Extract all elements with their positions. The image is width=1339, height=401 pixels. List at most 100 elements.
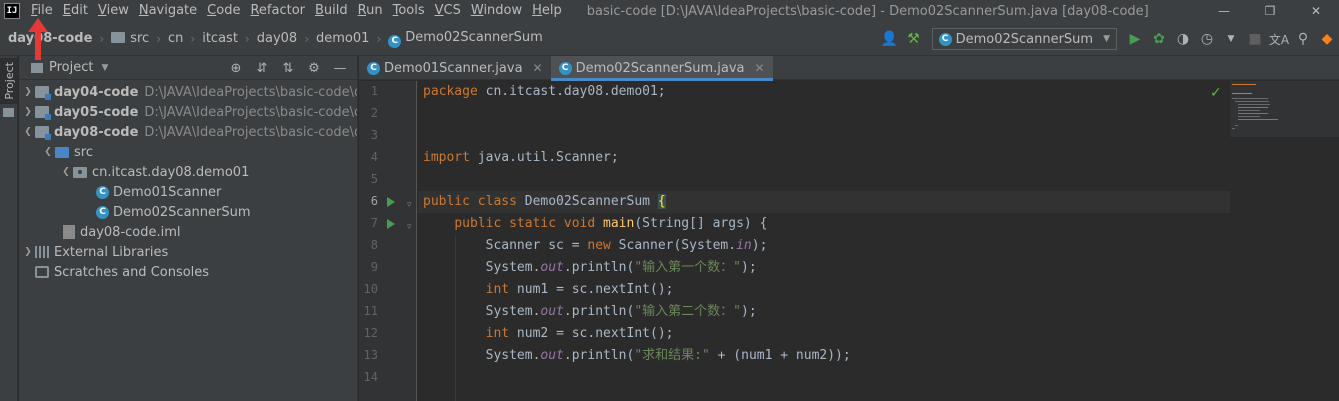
tree-item-src[interactable]: ❮ src bbox=[19, 142, 357, 162]
close-icon[interactable]: ✕ bbox=[1293, 0, 1339, 22]
chevron-right-icon[interactable]: ❯ bbox=[21, 107, 35, 117]
build-hammer-icon[interactable]: ⚒ bbox=[902, 27, 926, 51]
tree-item-external-libraries[interactable]: ❯ External Libraries bbox=[19, 242, 357, 262]
project-tool-tab-label: Project bbox=[2, 62, 16, 100]
breadcrumb-cn[interactable]: cn bbox=[168, 31, 183, 46]
tree-item-demo02scannersum[interactable]: C Demo02ScannerSum bbox=[19, 202, 357, 222]
fold-icon[interactable]: ▿ bbox=[407, 200, 412, 210]
close-icon[interactable]: ✕ bbox=[533, 61, 543, 75]
breadcrumb-separator: › bbox=[376, 31, 382, 46]
user-icon[interactable]: 👤 bbox=[878, 27, 902, 51]
locate-target-icon[interactable]: ⊕ bbox=[223, 56, 249, 80]
tree-item-label: Demo01Scanner bbox=[113, 184, 222, 200]
tree-item-iml[interactable]: day08-code.iml bbox=[19, 222, 357, 242]
tab-label: Demo02ScannerSum.java bbox=[575, 60, 745, 76]
menu-run[interactable]: Run bbox=[353, 0, 388, 22]
line-number: 11 bbox=[363, 304, 378, 318]
class-icon: C bbox=[96, 205, 109, 219]
menu-window[interactable]: Window bbox=[466, 0, 527, 22]
minimap-line bbox=[1232, 84, 1256, 85]
tree-item-scratches[interactable]: Scratches and Consoles bbox=[19, 262, 357, 282]
debug-icon[interactable]: ✿ bbox=[1147, 27, 1171, 51]
menu-refactor[interactable]: Refactor bbox=[245, 0, 310, 22]
code-line-12: int num2 = sc.nextInt(); bbox=[485, 326, 674, 341]
chevron-down-icon: ▼ bbox=[1103, 34, 1110, 44]
tree-item-day08-code[interactable]: ❮ day08-code D:\JAVA\IdeaProjects\basic-… bbox=[19, 122, 357, 142]
tree-item-label: day05-code bbox=[54, 104, 139, 120]
tree-item-package[interactable]: ❮ cn.itcast.day08.demo01 bbox=[19, 162, 357, 182]
minimap-line bbox=[1238, 107, 1268, 108]
search-icon[interactable]: ⚲ bbox=[1291, 27, 1315, 51]
code-minimap[interactable] bbox=[1230, 81, 1339, 137]
editor-tab-bar: C Demo01Scanner.java ✕ C Demo02ScannerSu… bbox=[359, 56, 1339, 81]
menu-vcs[interactable]: VCS bbox=[430, 0, 466, 22]
code-line-10: int num1 = sc.nextInt(); bbox=[485, 282, 674, 297]
hide-panel-icon[interactable]: — bbox=[327, 56, 353, 80]
stop-icon[interactable]: ■ bbox=[1243, 27, 1267, 51]
minimap-empty-area bbox=[1230, 137, 1339, 401]
minimap-line bbox=[1238, 119, 1278, 120]
run-icon[interactable]: ▶ bbox=[1123, 27, 1147, 51]
chevron-down-icon[interactable]: ❮ bbox=[21, 127, 35, 137]
tree-item-day04-code[interactable]: ❯ day04-code D:\JAVA\IdeaProjects\basic-… bbox=[19, 82, 357, 102]
project-view-selector[interactable]: Project ▼ bbox=[31, 60, 108, 75]
ide-logo-icon[interactable]: ◆ bbox=[1315, 27, 1339, 51]
window-title: basic-code [D:\JAVA\IdeaProjects\basic-c… bbox=[586, 3, 1149, 19]
tree-item-day05-code[interactable]: ❯ day05-code D:\JAVA\IdeaProjects\basic-… bbox=[19, 102, 357, 122]
minimap-line bbox=[1232, 98, 1268, 99]
profile-icon[interactable]: ◷ bbox=[1195, 27, 1219, 51]
code-line-13: System.out.println("求和结果:" + (num1 + num… bbox=[423, 348, 851, 363]
menu-edit[interactable]: Edit bbox=[58, 0, 93, 22]
breadcrumb-class[interactable]: C Demo02ScannerSum bbox=[388, 30, 543, 48]
iml-file-icon bbox=[63, 225, 75, 239]
tree-item-path: D:\JAVA\IdeaProjects\basic-code\day05-co… bbox=[144, 104, 357, 120]
collapse-all-icon[interactable]: ⇅ bbox=[275, 56, 301, 80]
menu-help[interactable]: Help bbox=[527, 0, 567, 22]
line-number: 3 bbox=[370, 128, 378, 142]
class-icon: C bbox=[938, 32, 952, 46]
menu-build[interactable]: Build bbox=[310, 0, 353, 22]
tab-demo02scannersum[interactable]: C Demo02ScannerSum.java ✕ bbox=[550, 56, 773, 81]
tree-item-label: src bbox=[74, 144, 93, 160]
menu-view[interactable]: View bbox=[93, 0, 134, 22]
menu-navigate[interactable]: Navigate bbox=[134, 0, 202, 22]
intellij-logo-icon[interactable]: IJ bbox=[4, 3, 20, 19]
chevron-down-icon[interactable]: ❮ bbox=[41, 147, 55, 157]
tree-item-demo01scanner[interactable]: C Demo01Scanner bbox=[19, 182, 357, 202]
menu-code[interactable]: Code bbox=[202, 0, 245, 22]
breadcrumb-day08-code[interactable]: day08-code bbox=[8, 31, 92, 46]
chevron-right-icon[interactable]: ❯ bbox=[21, 87, 35, 97]
code-line-11: System.out.println("输入第二个数："); bbox=[423, 304, 757, 319]
code-line-6: public class Demo02ScannerSum { bbox=[418, 191, 1230, 213]
breadcrumb-src[interactable]: src bbox=[111, 31, 149, 46]
coverage-icon[interactable]: ◑ bbox=[1171, 27, 1195, 51]
run-configuration-select[interactable]: C Demo02ScannerSum ▼ bbox=[931, 28, 1117, 50]
inspection-ok-icon[interactable]: ✓ bbox=[1210, 85, 1222, 101]
main-toolbar: 👤 ⚒ C Demo02ScannerSum ▼ ▶ ✿ ◑ ◷ ▼ ■ 文A … bbox=[878, 22, 1339, 56]
fold-icon[interactable]: ▿ bbox=[407, 222, 412, 232]
window-controls: — ❐ ✕ bbox=[1201, 0, 1339, 22]
breadcrumb-demo01[interactable]: demo01 bbox=[316, 31, 369, 46]
run-gutter-icon[interactable] bbox=[387, 197, 395, 207]
code-line-7: public static void main(String[] args) { bbox=[454, 216, 768, 231]
minimize-icon[interactable]: — bbox=[1201, 0, 1247, 22]
code-editor[interactable]: package cn.itcast.day08.demo01; import j… bbox=[418, 81, 1230, 401]
run-gutter-icon[interactable] bbox=[387, 219, 395, 229]
breadcrumb-itcast[interactable]: itcast bbox=[202, 31, 238, 46]
run-configuration-label: Demo02ScannerSum bbox=[955, 31, 1094, 47]
tab-demo01scanner[interactable]: C Demo01Scanner.java ✕ bbox=[359, 56, 551, 80]
gear-icon[interactable]: ⚙ bbox=[301, 56, 327, 80]
project-tool-tab[interactable]: Project bbox=[0, 58, 18, 104]
expand-all-icon[interactable]: ⇵ bbox=[249, 56, 275, 80]
restore-icon[interactable]: ❐ bbox=[1247, 0, 1293, 22]
chevron-right-icon[interactable]: ❯ bbox=[21, 247, 35, 257]
menu-tools[interactable]: Tools bbox=[388, 0, 430, 22]
close-icon[interactable]: ✕ bbox=[754, 61, 764, 75]
annotation-arrow bbox=[28, 18, 48, 60]
more-run-chevron-icon[interactable]: ▼ bbox=[1219, 27, 1243, 51]
chevron-down-icon[interactable]: ❮ bbox=[59, 167, 73, 177]
line-number: 1 bbox=[370, 84, 378, 98]
breadcrumb-day08[interactable]: day08 bbox=[257, 31, 297, 46]
editor-gutter[interactable]: 1 2 3 4 5 6 7 8 9 10 11 12 13 14 ▿ ▿ bbox=[359, 81, 417, 401]
translate-icon[interactable]: 文A bbox=[1267, 27, 1291, 51]
